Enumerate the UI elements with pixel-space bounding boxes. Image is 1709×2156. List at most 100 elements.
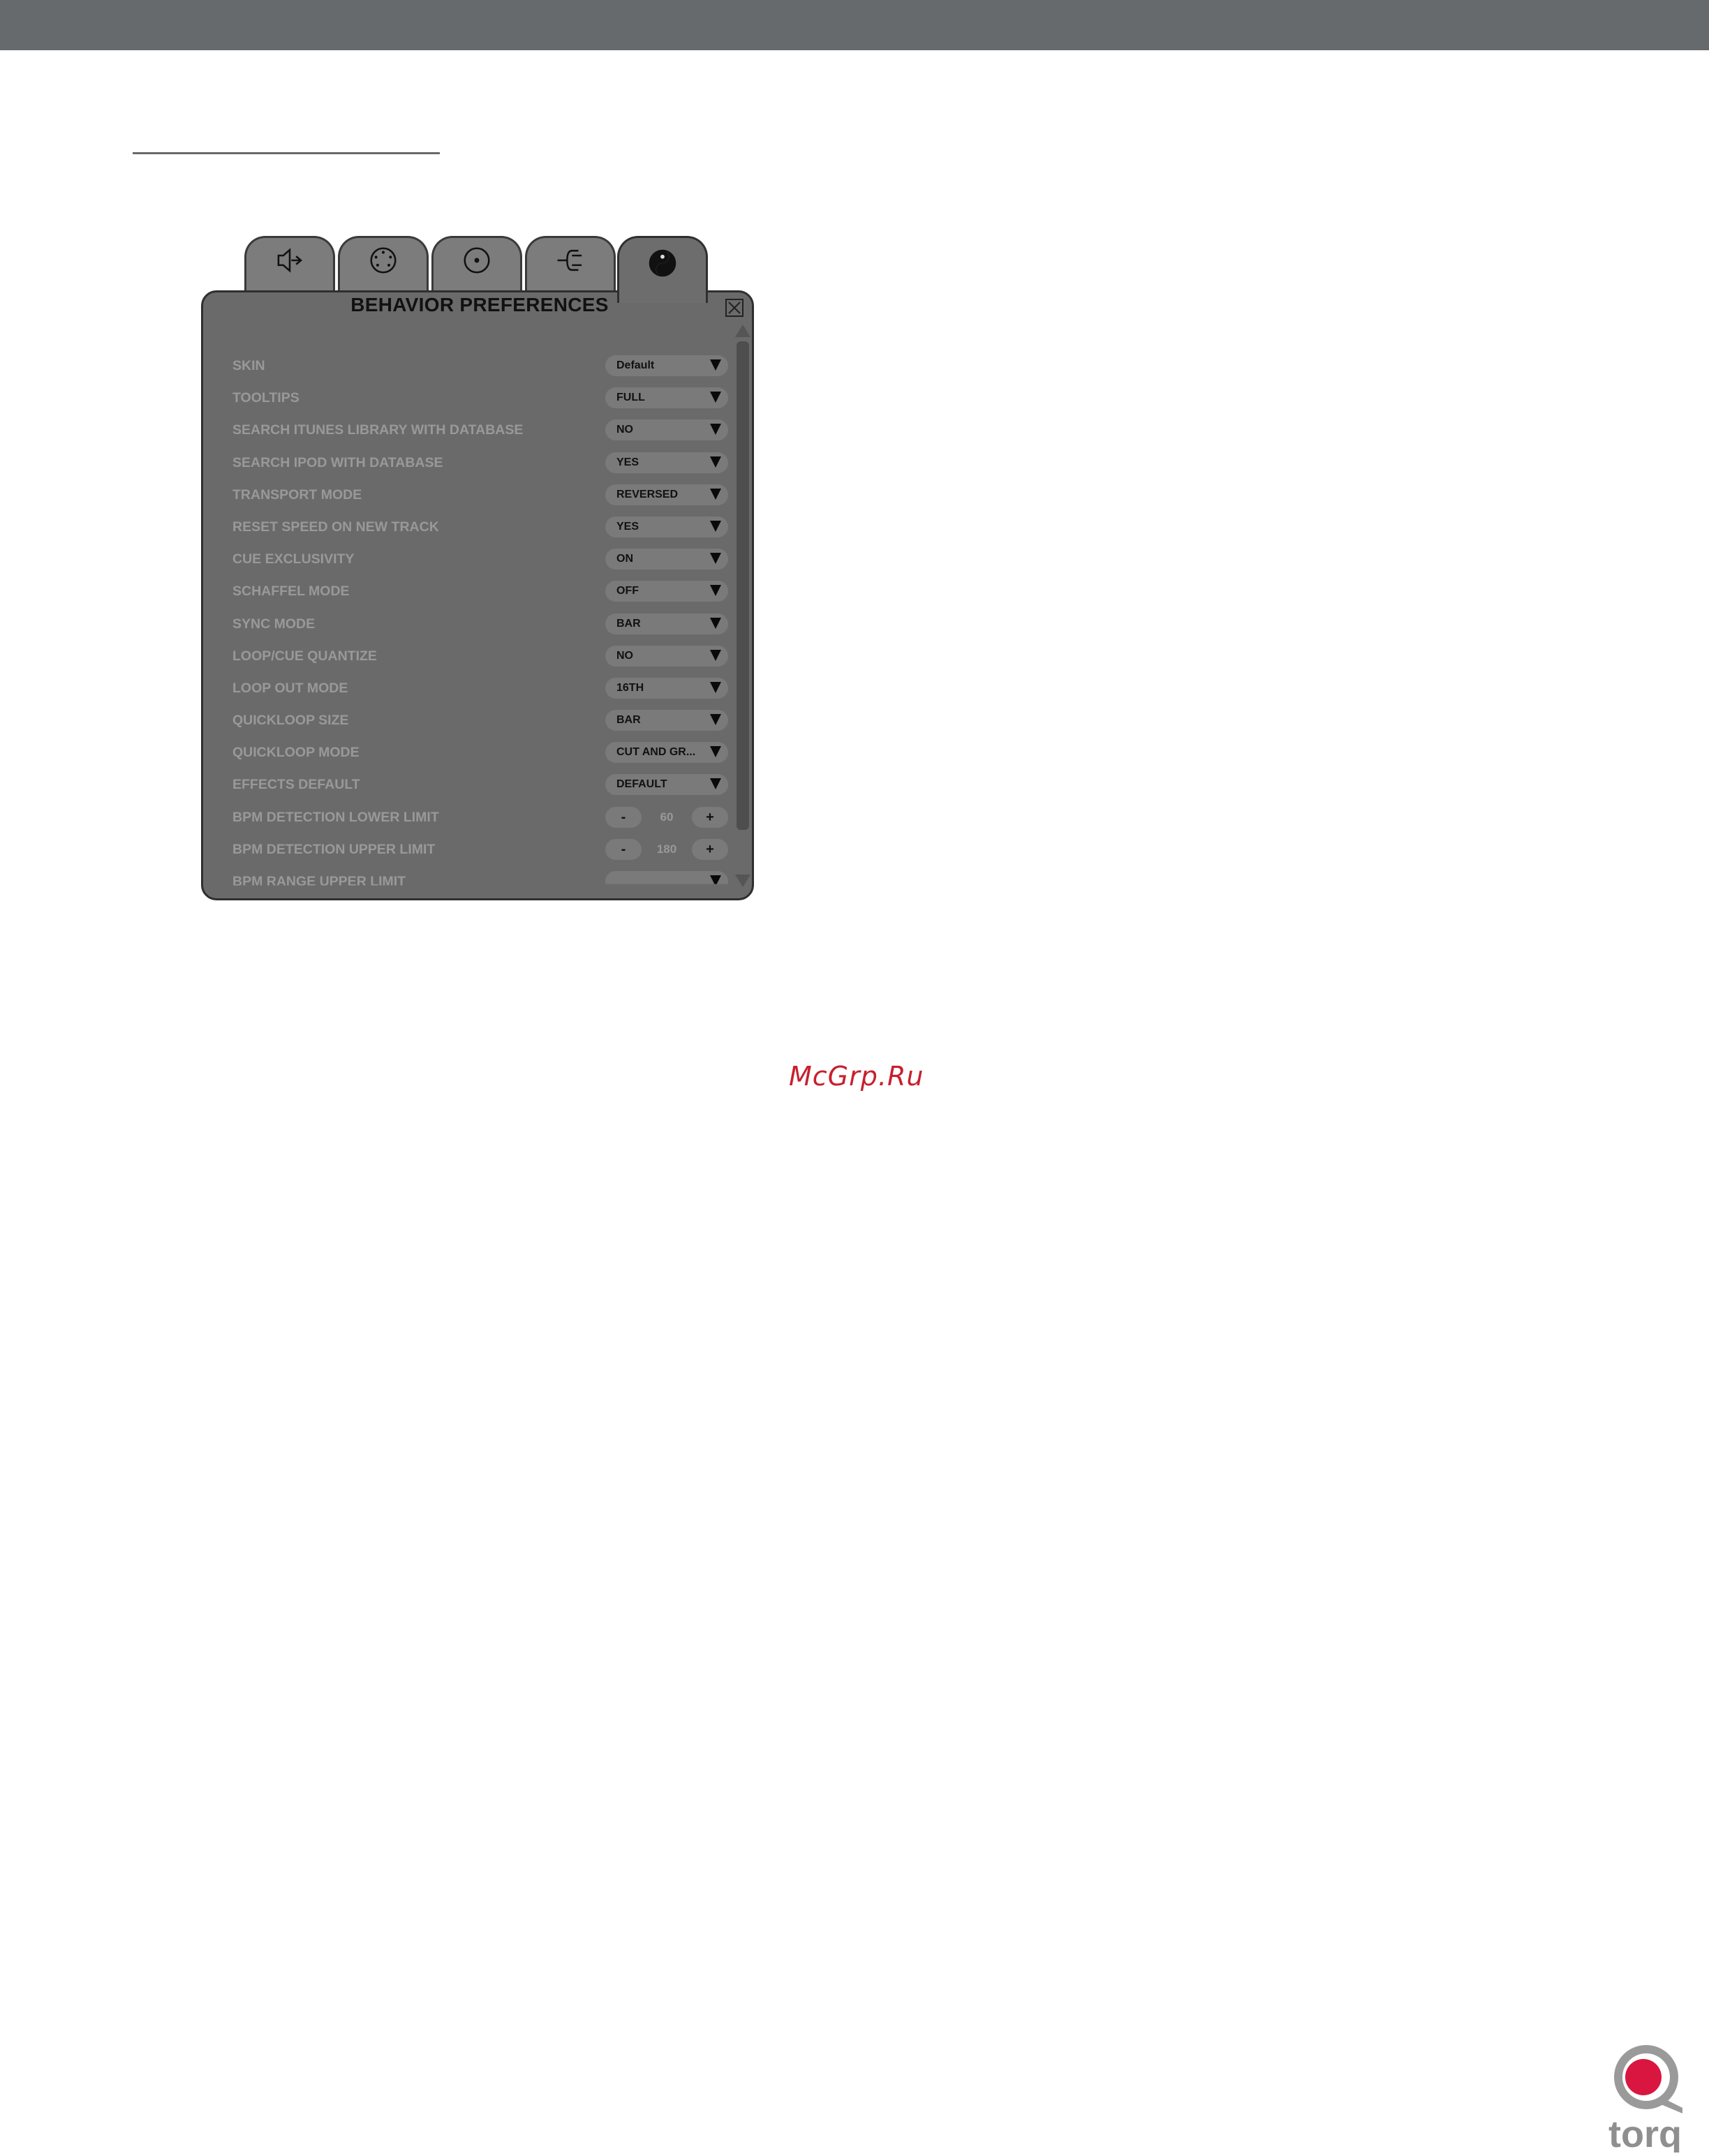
dropdown-value: REVERSED (616, 488, 679, 500)
pref-row-transport-mode: TRANSPORT MODE REVERSED (203, 479, 734, 511)
pref-label: QUICKLOOP MODE (232, 745, 360, 761)
midi-connector-icon (370, 246, 397, 274)
scroll-up-arrow-icon[interactable] (735, 325, 750, 337)
pref-label: TOOLTIPS (232, 390, 299, 406)
pref-row-effects-default: EFFECTS DEFAULT DEFAULT (203, 768, 734, 801)
increment-button[interactable]: + (692, 838, 728, 860)
reset-speed-dropdown[interactable]: YES (605, 516, 728, 537)
dropdown-arrow-icon (710, 424, 721, 436)
skin-dropdown[interactable]: Default (605, 355, 728, 376)
dropdown-arrow-icon (710, 585, 721, 597)
pref-row-sync-mode: SYNC MODE BAR (203, 608, 734, 640)
pref-row-loop-out-mode: LOOP OUT MODE 16TH (203, 672, 734, 704)
pref-label: BPM DETECTION UPPER LIMIT (232, 841, 436, 857)
dropdown-value: YES (616, 456, 639, 468)
stepper-value: 180 (656, 842, 677, 856)
pref-label: SCHAFFEL MODE (232, 583, 350, 600)
scroll-thumb[interactable] (737, 341, 749, 830)
pref-row-quickloop-mode: QUICKLOOP MODE CUT AND GR... (203, 736, 734, 768)
dropdown-arrow-icon (710, 617, 721, 629)
bpm-upper-stepper: - 180 + (605, 838, 728, 860)
dropdown-arrow-icon (710, 488, 721, 500)
dropdown-arrow-icon (710, 681, 721, 693)
pref-label: BPM RANGE UPPER LIMIT (232, 874, 406, 889)
tooltips-dropdown[interactable]: FULL (605, 387, 728, 409)
pref-row-skin: SKIN Default (203, 350, 734, 382)
pref-label: SKIN (232, 358, 265, 373)
loop-cue-quantize-dropdown[interactable]: NO (605, 645, 728, 667)
dropdown-arrow-icon (710, 520, 721, 532)
dropdown-value: OFF (616, 585, 639, 597)
pref-row-bpm-upper: BPM DETECTION UPPER LIMIT - 180 + (203, 833, 734, 865)
schaffel-mode-dropdown[interactable]: OFF (605, 581, 728, 602)
pref-label: SEARCH IPOD WITH DATABASE (232, 454, 443, 470)
quickloop-mode-dropdown[interactable]: CUT AND GR... (605, 742, 728, 764)
preferences-list: SKIN Default TOOLTIPS FULL SEARCH ITUNES… (203, 350, 734, 898)
vertical-scrollbar[interactable] (735, 325, 750, 887)
plug-icon (557, 249, 582, 271)
yin-yang-icon (649, 249, 676, 276)
tab-behavior[interactable] (617, 236, 708, 303)
torq-logo: torq (1608, 2045, 1682, 2153)
watermark-text: McGrp.Ru (789, 1061, 924, 1092)
pref-label: BPM DETECTION LOWER LIMIT (232, 809, 439, 825)
close-button[interactable] (725, 299, 743, 317)
behavior-preferences-panel: BEHAVIOR PREFERENCES SKIN Default TOOLTI… (201, 290, 754, 900)
dropdown-value: BAR (616, 714, 641, 727)
pref-row-loop-cue-quantize: LOOP/CUE QUANTIZE NO (203, 640, 734, 672)
pref-row-quickloop-size: QUICKLOOP SIZE BAR (203, 704, 734, 736)
page-header-bar (0, 0, 1709, 50)
speaker-icon (277, 247, 303, 273)
dropdown-arrow-icon (710, 359, 721, 371)
scroll-down-arrow-icon[interactable] (735, 875, 750, 887)
sync-mode-dropdown[interactable]: BAR (605, 613, 728, 634)
bpm-range-upper-dropdown[interactable] (605, 871, 728, 884)
bpm-lower-stepper: - 60 + (605, 806, 728, 828)
dropdown-arrow-icon (710, 553, 721, 565)
svg-text:torq: torq (1608, 2113, 1682, 2153)
disc-icon (464, 246, 490, 274)
decrement-button[interactable]: - (605, 838, 642, 860)
dropdown-value: BAR (616, 617, 641, 630)
dropdown-value: NO (616, 424, 633, 436)
pref-row-cue-exclusivity: CUE EXCLUSIVITY ON (203, 543, 734, 575)
pref-row-search-itunes: SEARCH ITUNES LIBRARY WITH DATABASE NO (203, 414, 734, 446)
tab-midi[interactable] (338, 236, 429, 297)
pref-row-search-ipod: SEARCH IPOD WITH DATABASE YES (203, 447, 734, 479)
dropdown-arrow-icon (710, 392, 721, 403)
tab-plugins[interactable] (525, 236, 616, 297)
pref-label: LOOP OUT MODE (232, 680, 348, 696)
tab-audio[interactable] (244, 236, 335, 297)
dropdown-arrow-icon (710, 714, 721, 726)
loop-out-mode-dropdown[interactable]: 16TH (605, 677, 728, 699)
effects-default-dropdown[interactable]: DEFAULT (605, 774, 728, 796)
pref-label: SYNC MODE (232, 616, 316, 632)
cue-exclusivity-dropdown[interactable]: ON (605, 549, 728, 570)
pref-row-tooltips: TOOLTIPS FULL (203, 382, 734, 414)
pref-label: TRANSPORT MODE (232, 486, 362, 503)
decrement-button[interactable]: - (605, 806, 642, 828)
dropdown-value: DEFAULT (616, 778, 667, 791)
search-ipod-dropdown[interactable]: YES (605, 452, 728, 473)
quickloop-size-dropdown[interactable]: BAR (605, 710, 728, 731)
dropdown-arrow-icon (710, 746, 721, 758)
close-icon (728, 302, 741, 314)
tab-media[interactable] (431, 236, 522, 297)
pref-row-bpm-range-upper: BPM RANGE UPPER LIMIT (203, 865, 734, 898)
increment-button[interactable]: + (692, 806, 728, 828)
dropdown-value: ON (616, 553, 633, 565)
section-rule (133, 152, 440, 154)
dropdown-value: NO (616, 649, 633, 662)
transport-mode-dropdown[interactable]: REVERSED (605, 484, 728, 505)
dropdown-value: CUT AND GR... (616, 746, 696, 759)
pref-label: QUICKLOOP SIZE (232, 713, 349, 729)
dropdown-value: Default (616, 359, 655, 371)
dropdown-arrow-icon (710, 778, 721, 790)
dropdown-value: FULL (616, 392, 645, 404)
preferences-window: BEHAVIOR PREFERENCES SKIN Default TOOLTI… (200, 233, 758, 902)
dropdown-arrow-icon (710, 456, 721, 468)
pref-label: EFFECTS DEFAULT (232, 777, 360, 793)
search-itunes-dropdown[interactable]: NO (605, 419, 728, 441)
pref-label: LOOP/CUE QUANTIZE (232, 648, 377, 664)
pref-row-schaffel-mode: SCHAFFEL MODE OFF (203, 575, 734, 607)
